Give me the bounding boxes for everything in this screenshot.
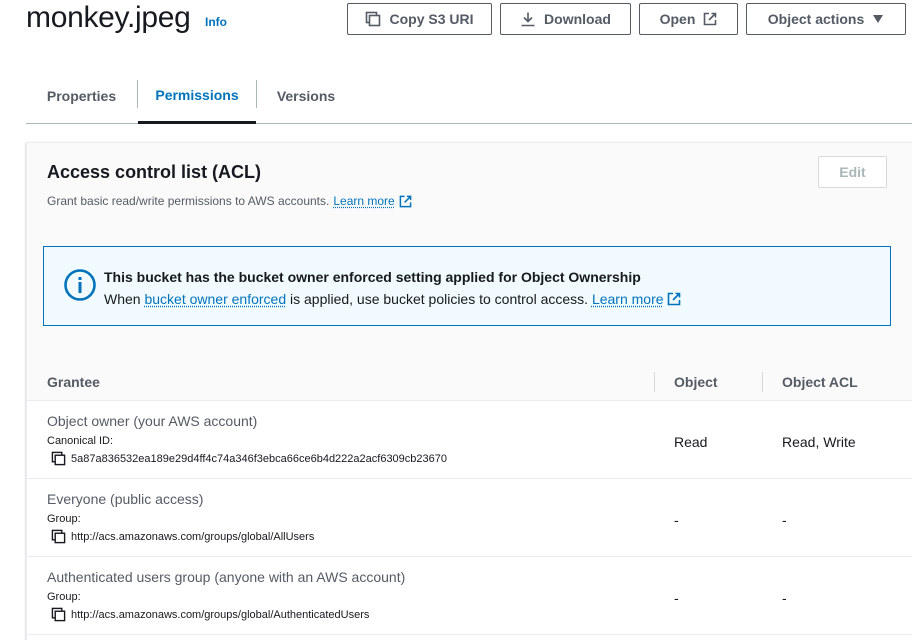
acl-description-row: Grant basic read/write permissions to AW… — [47, 194, 412, 208]
grantee-name: Everyone (public access) — [47, 491, 204, 507]
page-header: monkey.jpeg Info Copy S3 URI Download Op… — [0, 0, 912, 44]
column-header-object: Object — [674, 374, 718, 390]
copy-s3-uri-label: Copy S3 URI — [389, 11, 474, 27]
tab-properties[interactable]: Properties — [26, 68, 137, 123]
grantee-id-row: http://acs.amazonaws.com/groups/global/A… — [51, 529, 314, 544]
object-acl-permission: - — [782, 512, 787, 528]
object-acl-permission: - — [782, 590, 787, 606]
grantee-id-label: Group: — [47, 591, 81, 603]
grantee-id-row: http://acs.amazonaws.com/groups/global/A… — [51, 607, 369, 622]
tab-bar: Properties Permissions Versions — [26, 68, 912, 124]
acl-learn-more-link[interactable]: Learn more — [333, 194, 394, 208]
object-permission: Read — [674, 434, 708, 450]
table-row: Authenticated users group (anyone with a… — [27, 557, 912, 635]
tab-versions[interactable]: Versions — [257, 68, 355, 123]
column-header-grantee: Grantee — [47, 374, 100, 390]
column-divider — [654, 372, 655, 392]
alert-body-prefix: When — [104, 291, 141, 307]
column-divider — [762, 372, 763, 392]
alert-body-suffix: is applied, use bucket policies to contr… — [290, 291, 589, 307]
page-title: monkey.jpeg — [26, 1, 191, 34]
grantee-id-label: Canonical ID: — [47, 435, 114, 447]
object-permission: - — [674, 590, 679, 606]
tab-permissions[interactable]: Permissions — [138, 68, 256, 124]
external-link-icon[interactable] — [667, 292, 681, 306]
bucket-owner-enforced-link[interactable]: bucket owner enforced — [144, 291, 286, 307]
copy-icon[interactable] — [51, 529, 66, 544]
grantee-id-value: 5a87a836532ea189e29d4ff4c74a346f3ebca66c… — [71, 452, 447, 465]
copy-s3-uri-button[interactable]: Copy S3 URI — [347, 3, 492, 35]
download-button[interactable]: Download — [500, 3, 631, 35]
copy-icon — [366, 11, 381, 27]
info-alert: This bucket has the bucket owner enforce… — [43, 246, 891, 326]
download-icon — [521, 12, 535, 27]
object-actions-label: Object actions — [767, 11, 865, 27]
table-row: Object owner (your AWS account) Canonica… — [27, 401, 912, 479]
download-label: Download — [544, 11, 611, 27]
column-header-object-acl: Object ACL — [782, 374, 858, 390]
alert-body: When bucket owner enforced is applied, u… — [104, 291, 681, 307]
acl-panel: Access control list (ACL) Grant basic re… — [26, 142, 912, 640]
acl-description: Grant basic read/write permissions to AW… — [47, 194, 330, 208]
open-button[interactable]: Open — [639, 3, 738, 35]
object-permission: - — [674, 512, 679, 528]
table-row: Everyone (public access) Group: http://a… — [27, 479, 912, 557]
open-label: Open — [659, 11, 696, 27]
acl-panel-header: Access control list (ACL) Grant basic re… — [27, 143, 912, 363]
alert-title: This bucket has the bucket owner enforce… — [104, 269, 641, 285]
copy-icon[interactable] — [51, 607, 66, 622]
object-actions-button[interactable]: Object actions — [746, 3, 906, 35]
acl-table-header: Grantee Object Object ACL — [27, 363, 912, 401]
grantee-id-value: http://acs.amazonaws.com/groups/global/A… — [71, 608, 370, 621]
info-circle-icon — [64, 269, 96, 301]
edit-button[interactable]: Edit — [818, 156, 887, 188]
grantee-id-value: http://acs.amazonaws.com/groups/global/A… — [71, 530, 315, 543]
external-link-icon — [704, 12, 717, 26]
external-link-icon[interactable] — [399, 195, 412, 208]
object-acl-permission: Read, Write — [782, 434, 856, 450]
caret-down-icon — [873, 15, 884, 23]
acl-title: Access control list (ACL) — [47, 162, 262, 182]
grantee-name: Authenticated users group (anyone with a… — [47, 569, 406, 585]
copy-icon[interactable] — [51, 451, 66, 466]
grantee-id-label: Group: — [47, 513, 81, 525]
alert-learn-more-link[interactable]: Learn more — [592, 291, 664, 307]
info-link[interactable]: Info — [205, 15, 227, 29]
grantee-id-row: 5a87a836532ea189e29d4ff4c74a346f3ebca66c… — [51, 451, 447, 466]
grantee-name: Object owner (your AWS account) — [47, 413, 258, 429]
